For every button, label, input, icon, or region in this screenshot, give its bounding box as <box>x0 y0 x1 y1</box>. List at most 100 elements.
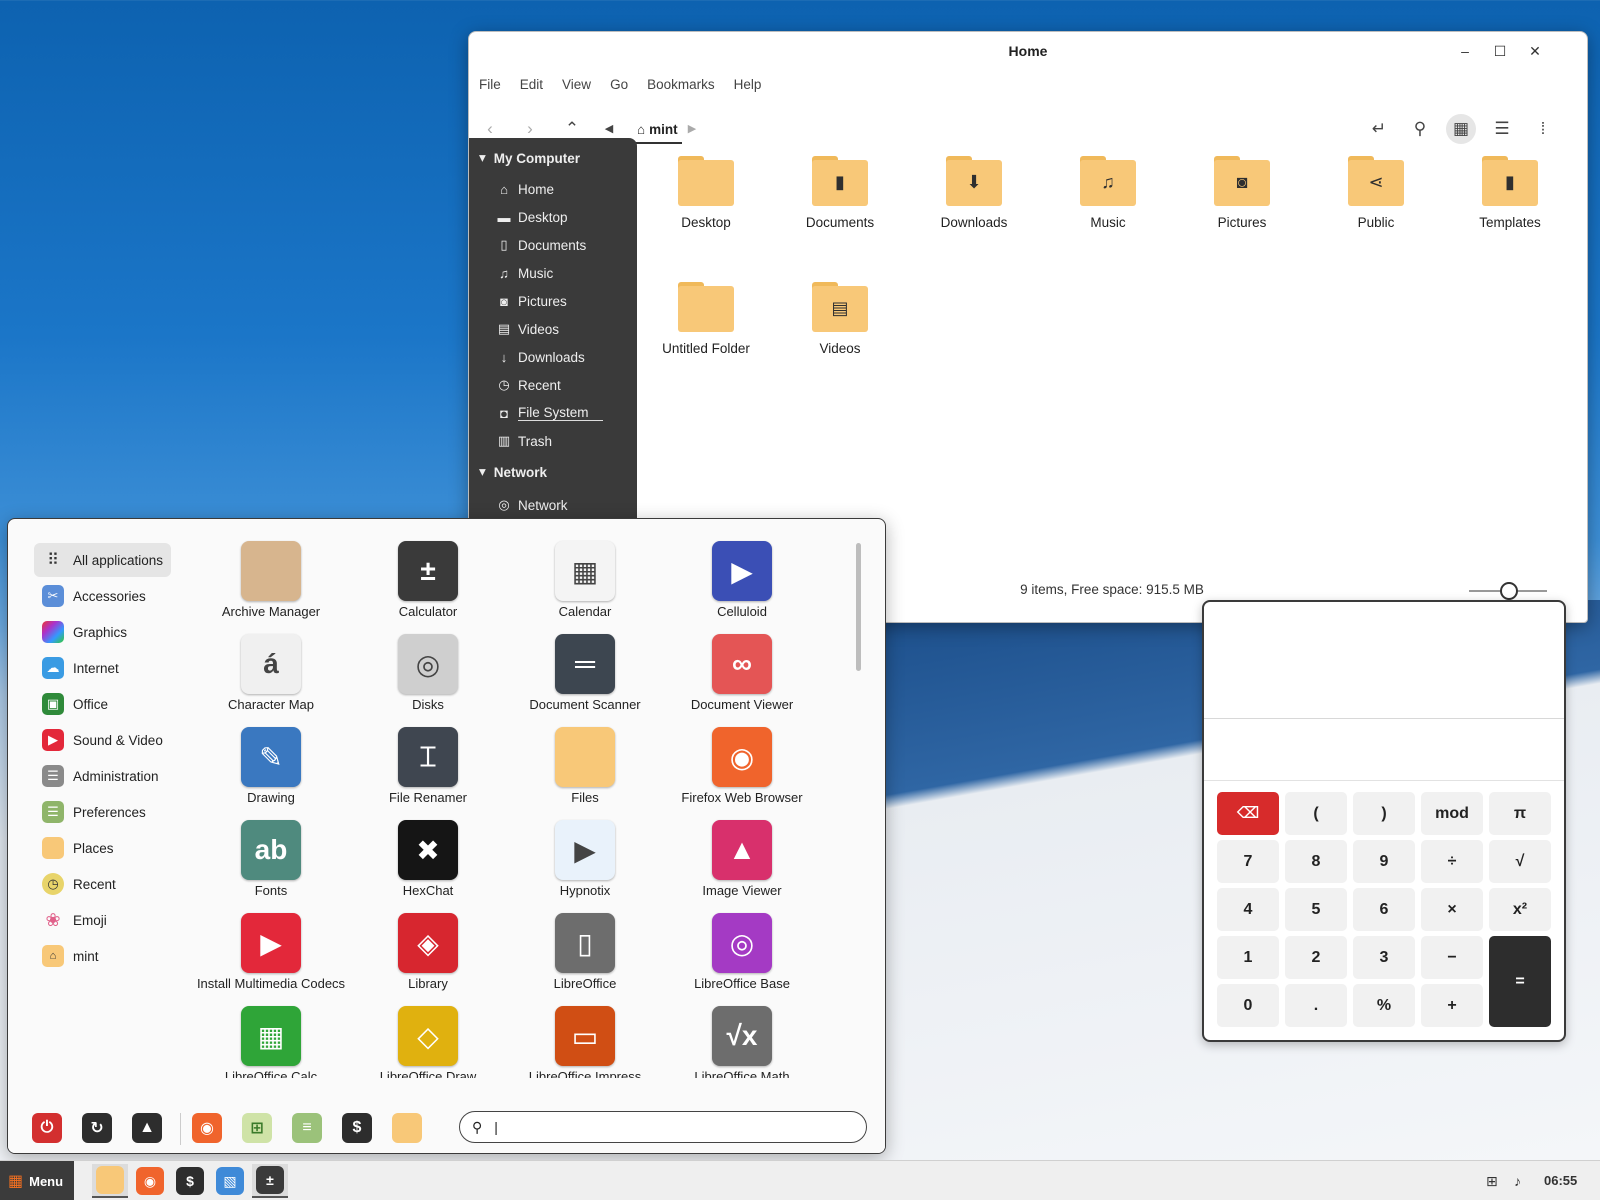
app-files[interactable]: Files <box>506 727 664 805</box>
app-disks[interactable]: ◎ Disks <box>349 634 507 712</box>
calc-key[interactable]: ( <box>1285 792 1347 835</box>
category-places[interactable]: Places <box>34 831 122 865</box>
app-drawing[interactable]: ✎ Drawing <box>192 727 350 805</box>
app-calendar[interactable]: ▦ Calendar <box>506 541 664 619</box>
sidebar-item-home[interactable]: ⌂ Home <box>497 178 554 200</box>
file-item-videos[interactable]: ▤ Videos <box>785 282 895 356</box>
file-item-untitled-folder[interactable]: Untitled Folder <box>651 282 761 356</box>
calc-key[interactable]: 9 <box>1353 840 1415 883</box>
app-libreoffice-impress[interactable]: ▭ LibreOffice Impress <box>506 1006 664 1078</box>
calc-key[interactable]: π <box>1489 792 1551 835</box>
calc-input-area[interactable] <box>1204 780 1564 781</box>
sidebar-item-downloads[interactable]: ↓ Downloads <box>497 346 585 368</box>
menu-help[interactable]: Help <box>734 72 762 98</box>
calc-key[interactable]: 1 <box>1217 936 1279 979</box>
calc-key[interactable]: 4 <box>1217 888 1279 931</box>
app-archive-manager[interactable]: Archive Manager <box>192 541 350 619</box>
calc-key[interactable]: 3 <box>1353 936 1415 979</box>
app-document-scanner[interactable]: ═ Document Scanner <box>506 634 664 712</box>
volume-icon[interactable]: ♪ <box>1514 1161 1521 1200</box>
app-celluloid[interactable]: ▶ Celluloid <box>663 541 821 619</box>
taskbar-firefox[interactable]: ◉ <box>132 1164 168 1198</box>
calc-key[interactable]: 5 <box>1285 888 1347 931</box>
backspace-button[interactable]: ⌫ <box>1217 792 1279 835</box>
file-item-pictures[interactable]: ◙ Pictures <box>1187 156 1297 230</box>
app-libreoffice-base[interactable]: ◎ LibreOffice Base <box>663 913 821 991</box>
app-document-viewer[interactable]: ∞ Document Viewer <box>663 634 821 712</box>
logout-icon[interactable]: ↻ <box>82 1113 112 1143</box>
app-libreoffice[interactable]: ▯ LibreOffice <box>506 913 664 991</box>
files-icon[interactable] <box>392 1113 422 1143</box>
category-all-applications[interactable]: ⠿ All applications <box>34 543 172 577</box>
terminal-icon[interactable]: $ <box>342 1113 372 1143</box>
sidebar-item-music[interactable]: ♫ Music <box>497 262 553 284</box>
power-icon[interactable]: ⏻ <box>32 1113 62 1143</box>
file-item-public[interactable]: ⋖ Public <box>1321 156 1431 230</box>
calc-key[interactable]: − <box>1421 936 1483 979</box>
menu-file[interactable]: File <box>479 72 501 98</box>
file-item-templates[interactable]: ▮ Templates <box>1455 156 1565 230</box>
calc-key[interactable]: mod <box>1421 792 1483 835</box>
search-field[interactable]: ⚲ | <box>459 1111 867 1143</box>
sidebar-section-network[interactable]: ▾ Network <box>479 464 547 480</box>
sidebar-item-documents[interactable]: ▯ Documents <box>497 234 586 256</box>
file-item-desktop[interactable]: Desktop <box>651 156 761 230</box>
file-item-downloads[interactable]: ⬇ Downloads <box>919 156 1029 230</box>
lock-icon[interactable]: ▲ <box>132 1113 162 1143</box>
app-character-map[interactable]: á Character Map <box>192 634 350 712</box>
calc-key[interactable]: + <box>1421 984 1483 1027</box>
clock[interactable]: 06:55 <box>1544 1161 1577 1200</box>
sidebar-item-trash[interactable]: ▥ Trash <box>497 430 552 452</box>
app-hypnotix[interactable]: ▶ Hypnotix <box>506 820 664 898</box>
calc-key[interactable]: x² <box>1489 888 1551 931</box>
app-hexchat[interactable]: ✖ HexChat <box>349 820 507 898</box>
app-library[interactable]: ◈ Library <box>349 913 507 991</box>
calc-key[interactable]: % <box>1353 984 1415 1027</box>
category-accessories[interactable]: ✂ Accessories <box>34 579 154 613</box>
calc-icon[interactable]: ⊞ <box>242 1113 272 1143</box>
category-office[interactable]: ▣ Office <box>34 687 116 721</box>
menu-button[interactable]: ▦ Menu <box>0 1161 74 1200</box>
category-graphics[interactable]: Graphics <box>34 615 135 649</box>
sidebar-item-pictures[interactable]: ◙ Pictures <box>497 290 567 312</box>
calc-key[interactable]: 7 <box>1217 840 1279 883</box>
app-libreoffice-calc[interactable]: ▦ LibreOffice Calc <box>192 1006 350 1078</box>
firefox-icon[interactable]: ◉ <box>192 1113 222 1143</box>
file-item-music[interactable]: ♫ Music <box>1053 156 1163 230</box>
taskbar-calculator[interactable]: ± <box>252 1164 288 1198</box>
category-emoji[interactable]: ❀ Emoji <box>34 903 115 937</box>
sidebar-item-recent[interactable]: ◷ Recent <box>497 374 560 396</box>
calc-key[interactable]: 0 <box>1217 984 1279 1027</box>
calc-key[interactable]: ÷ <box>1421 840 1483 883</box>
category-mint[interactable]: ⌂ mint <box>34 939 107 973</box>
taskbar-files[interactable] <box>92 1164 128 1198</box>
category-internet[interactable]: ☁ Internet <box>34 651 127 685</box>
app-firefox-web-browser[interactable]: ◉ Firefox Web Browser <box>663 727 821 805</box>
minimize-button[interactable]: – <box>1455 41 1475 61</box>
menu-bookmarks[interactable]: Bookmarks <box>647 72 715 98</box>
calc-key[interactable]: 2 <box>1285 936 1347 979</box>
equals-button[interactable]: = <box>1489 936 1551 1027</box>
app-install-multimedia-codecs[interactable]: ▶ Install Multimedia Codecs <box>192 913 350 991</box>
menu-go[interactable]: Go <box>610 72 628 98</box>
network-icon[interactable]: ⊞ <box>1486 1161 1498 1200</box>
calc-key[interactable]: × <box>1421 888 1483 931</box>
app-libreoffice-math[interactable]: √x LibreOffice Math <box>663 1006 821 1078</box>
calc-key[interactable]: . <box>1285 984 1347 1027</box>
app-libreoffice-draw[interactable]: ◇ LibreOffice Draw <box>349 1006 507 1078</box>
calc-key[interactable]: 8 <box>1285 840 1347 883</box>
calc-key[interactable]: ) <box>1353 792 1415 835</box>
category-preferences[interactable]: ☰ Preferences <box>34 795 154 829</box>
app-calculator[interactable]: ± Calculator <box>349 541 507 619</box>
maximize-button[interactable]: ☐ <box>1490 41 1510 61</box>
menu-edit[interactable]: Edit <box>520 72 543 98</box>
sidebar-item-videos[interactable]: ▤ Videos <box>497 318 559 340</box>
zoom-slider-handle[interactable] <box>1500 582 1518 600</box>
scrollbar[interactable] <box>856 543 861 671</box>
app-file-renamer[interactable]: ⌶ File Renamer <box>349 727 507 805</box>
sidebar-item-network[interactable]: ◎ Network <box>497 494 567 516</box>
app-image-viewer[interactable]: ▲ Image Viewer <box>663 820 821 898</box>
category-administration[interactable]: ☰ Administration <box>34 759 167 793</box>
app-fonts[interactable]: ab Fonts <box>192 820 350 898</box>
category-recent[interactable]: ◷ Recent <box>34 867 124 901</box>
